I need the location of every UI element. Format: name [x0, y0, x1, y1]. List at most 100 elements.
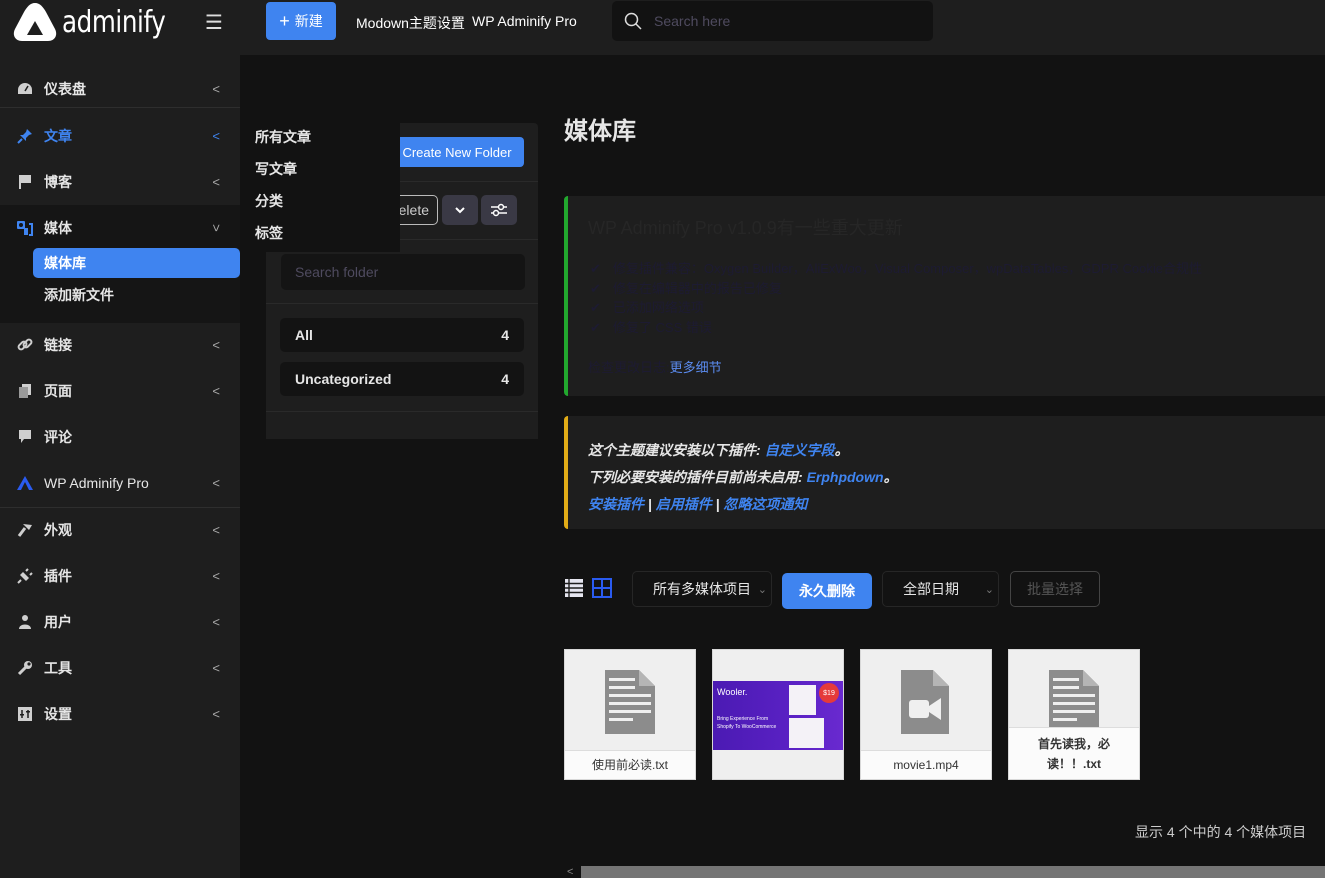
- media-type-select[interactable]: 所有多媒体项目 ⌄: [632, 571, 772, 607]
- list-view-icon[interactable]: [564, 578, 584, 598]
- dismiss-notice-link[interactable]: 忽略这项通知: [723, 496, 807, 512]
- document-icon: [605, 670, 655, 734]
- folder-item-uncategorized[interactable]: Uncategorized 4: [280, 362, 524, 396]
- date-filter-select[interactable]: 全部日期 ⌄: [882, 571, 999, 607]
- flyout-item-tags[interactable]: 标签: [255, 223, 283, 243]
- create-folder-button[interactable]: Create New Folder: [390, 137, 524, 167]
- logo[interactable]: adminify: [12, 0, 188, 44]
- erphpdown-link[interactable]: Erphpdown: [807, 469, 884, 485]
- custom-fields-link[interactable]: 自定义字段: [765, 442, 835, 458]
- media-filename: 使用前必读.txt: [565, 750, 695, 779]
- media-tile[interactable]: movie1.mp4: [860, 649, 992, 780]
- sidebar-item-blog[interactable]: 博客 <: [0, 159, 240, 205]
- sidebar-item-label: 用户: [44, 614, 72, 630]
- media-tile[interactable]: 首先读我，必读！！.txt: [1008, 649, 1140, 780]
- sidebar-item-pages[interactable]: 页面 <: [0, 368, 240, 414]
- chevron-left-icon: <: [212, 475, 220, 491]
- sidebar-item-users[interactable]: 用户 <: [0, 599, 240, 645]
- chevron-down-icon: ⌄: [757, 583, 767, 596]
- link-icon: [16, 336, 34, 354]
- chevron-left-icon: <: [212, 568, 220, 584]
- folder-item-all[interactable]: All 4: [280, 318, 524, 352]
- sidebar-item-adminify-pro[interactable]: WP Adminify Pro <: [0, 460, 240, 506]
- notice-bullet: ✔ 修复在编辑器中的报告已修复: [590, 280, 782, 296]
- sidebar-item-plugins[interactable]: 插件 <: [0, 553, 240, 599]
- chevron-left-icon: <: [212, 706, 220, 722]
- sidebar-item-settings[interactable]: 设置 <: [0, 691, 240, 737]
- media-icon: [16, 219, 34, 237]
- install-plugins-link[interactable]: 安装插件: [588, 496, 644, 512]
- topbar-link-adminify-pro[interactable]: WP Adminify Pro: [472, 13, 577, 29]
- sidebar-item-links[interactable]: 链接 <: [0, 322, 240, 368]
- sidebar-item-label: 评论: [44, 429, 72, 445]
- sidebar-item-dashboard[interactable]: 仪表盘 <: [0, 66, 240, 112]
- topbar-link-modown-settings[interactable]: Modown主题设置: [356, 13, 465, 33]
- notice-bullet: ✔ 修复了 CSS 错误: [590, 319, 712, 335]
- dashboard-icon: [16, 80, 34, 98]
- activate-plugins-link[interactable]: 启用插件: [656, 496, 712, 512]
- sidebar-item-label: 插件: [44, 568, 72, 584]
- sidebar-subitem-add-new-media[interactable]: 添加新文件: [33, 280, 240, 310]
- media-tile[interactable]: Wooler. Bring Experience From Shopify To…: [712, 649, 844, 780]
- folder-count: 4: [501, 371, 509, 387]
- chevron-left-icon: <: [212, 337, 220, 353]
- search-input[interactable]: [654, 13, 914, 29]
- chevron-left-icon: <: [212, 128, 220, 144]
- check-icon: ✔: [590, 319, 601, 335]
- search-icon: [624, 12, 642, 30]
- scroll-left-icon[interactable]: <: [567, 866, 573, 878]
- menu-toggle-icon[interactable]: ☰: [205, 10, 223, 35]
- price-badge: $19: [819, 683, 839, 703]
- plugin-icon: [16, 567, 34, 585]
- chevron-left-icon: <: [212, 81, 220, 97]
- horizontal-scrollbar[interactable]: [581, 866, 1325, 878]
- more-details-link[interactable]: 更多细节: [670, 360, 722, 375]
- notice-line-required: 下列必要安装的插件目前尚未启用: Erphpdown。: [588, 469, 898, 485]
- bulk-select-button[interactable]: 批量选择: [1010, 571, 1100, 607]
- wrench-icon: [16, 659, 34, 677]
- plugin-notice: 这个主题建议安装以下插件: 自定义字段。 下列必要安装的插件目前尚未启用: Er…: [564, 416, 1325, 529]
- notice-bullet: ✔ 已添加网络选项: [590, 300, 704, 315]
- chevron-down-icon: <: [208, 224, 224, 232]
- sidebar-item-posts[interactable]: 文章 <: [0, 113, 240, 159]
- media-tile[interactable]: 使用前必读.txt: [564, 649, 696, 780]
- top-bar: adminify ☰ + 新建 Modown主题设置 WP Adminify P…: [0, 0, 1325, 55]
- sidebar-item-label: 设置: [44, 706, 72, 722]
- folder-settings-button[interactable]: [481, 195, 517, 225]
- media-filename: movie1.mp4: [861, 750, 991, 779]
- sidebar-item-tools[interactable]: 工具 <: [0, 645, 240, 691]
- sidebar-item-label: 工具: [44, 660, 72, 676]
- brush-icon: [16, 521, 34, 539]
- flyout-item-write-post[interactable]: 写文章: [255, 159, 297, 179]
- sidebar-item-label: 文章: [44, 128, 72, 144]
- flyout-item-categories[interactable]: 分类: [255, 191, 283, 211]
- sidebar-item-appearance[interactable]: 外观 <: [0, 507, 240, 553]
- sidebar-item-comments[interactable]: 评论: [0, 414, 240, 460]
- grid-view-icon[interactable]: [592, 578, 612, 598]
- top-search: [612, 1, 933, 41]
- settings-icon: [16, 705, 34, 723]
- document-icon: [1049, 670, 1099, 734]
- media-filename: 首先读我，必读！！.txt: [1009, 727, 1139, 779]
- update-notice: WP Adminify Pro v1.0.9有一些重大更新 ✔ 修复插件兼容：Ox…: [564, 196, 1325, 396]
- sidebar-item-label: 外观: [44, 522, 72, 538]
- sidebar-item-media[interactable]: 媒体 <: [0, 205, 240, 251]
- new-button[interactable]: + 新建: [266, 2, 336, 40]
- sidebar-subitem-media-library[interactable]: 媒体库: [33, 248, 240, 278]
- permanent-delete-button[interactable]: 永久删除: [782, 573, 872, 609]
- notice-list: ✔ 修复插件兼容：Oxygen Builder，AliExWoo，Visual C…: [590, 258, 1202, 336]
- sliders-icon: [491, 203, 507, 217]
- user-icon: [16, 613, 34, 631]
- chevron-left-icon: <: [212, 522, 220, 538]
- adminify-icon: [16, 474, 34, 492]
- sidebar-item-label: 仪表盘: [44, 81, 86, 97]
- notice-footer: 检查更改日志:更多细节: [588, 360, 722, 375]
- folder-search-input[interactable]: [281, 254, 525, 290]
- folder-dropdown-button[interactable]: [442, 195, 478, 225]
- chevron-left-icon: <: [212, 614, 220, 630]
- folder-name: All: [295, 327, 313, 343]
- divider: [266, 411, 538, 412]
- sidebar-item-label: 页面: [44, 383, 72, 399]
- flyout-item-all-posts[interactable]: 所有文章: [255, 127, 311, 147]
- posts-flyout-menu: 所有文章 写文章 分类 标签: [240, 116, 400, 252]
